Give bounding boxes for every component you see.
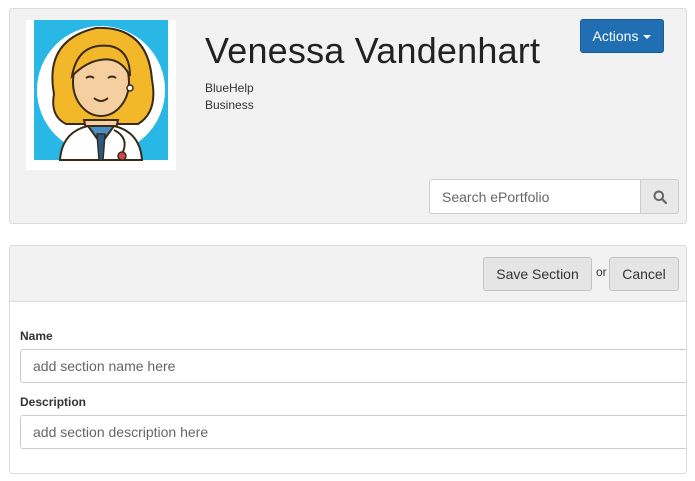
profile-department: Business <box>205 98 254 112</box>
save-section-button[interactable]: Save Section <box>483 257 592 291</box>
search-group <box>429 179 679 214</box>
or-separator: or <box>596 265 607 279</box>
section-description-input[interactable] <box>20 415 686 449</box>
search-icon <box>653 190 667 204</box>
avatar <box>26 20 176 170</box>
profile-name: Venessa Vandenhart <box>205 30 541 71</box>
doctor-avatar-icon <box>34 20 168 161</box>
search-input[interactable] <box>429 179 640 214</box>
cancel-button[interactable]: Cancel <box>609 257 679 291</box>
section-toolbar: Save Section or Cancel <box>10 246 686 302</box>
actions-dropdown-button[interactable]: Actions <box>580 19 664 53</box>
profile-meta: BlueHelp Business <box>205 80 254 114</box>
search-button[interactable] <box>640 179 679 214</box>
name-label: Name <box>20 329 53 343</box>
profile-organization: BlueHelp <box>205 81 254 95</box>
section-editor-panel: Save Section or Cancel Name Description <box>9 245 687 474</box>
actions-label: Actions <box>592 28 639 44</box>
description-label: Description <box>20 395 87 409</box>
caret-down-icon <box>643 35 652 39</box>
profile-header-panel: Venessa Vandenhart BlueHelp Business Act… <box>9 8 687 224</box>
section-name-input[interactable] <box>20 349 686 383</box>
